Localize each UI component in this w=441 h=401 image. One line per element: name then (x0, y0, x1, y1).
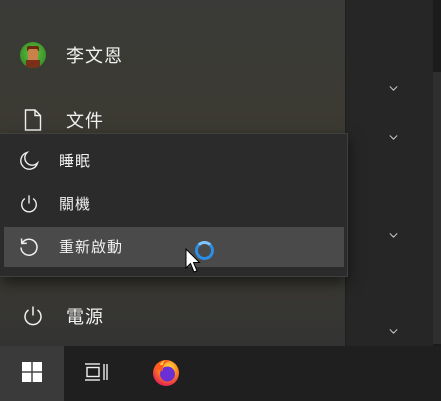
sleep-moon-icon (18, 150, 40, 172)
chevron-down-icon[interactable] (389, 84, 398, 93)
user-account-item[interactable]: 李文恩 (0, 33, 345, 77)
power-options-menu: 睡眠 關機 重新啟動 (0, 133, 348, 277)
chevron-down-icon[interactable] (389, 231, 398, 240)
firefox-taskbar-button[interactable] (134, 346, 198, 401)
restart-icon (18, 236, 40, 258)
restart-menu-item[interactable]: 重新啟動 (4, 227, 344, 267)
power-icon (20, 303, 46, 329)
task-view-icon (84, 362, 108, 385)
windows-logo-icon (22, 361, 42, 386)
task-view-button[interactable] (64, 346, 128, 401)
start-menu-app-list (346, 0, 433, 346)
power-label: 電源 (66, 307, 104, 328)
taskbar (0, 346, 441, 401)
scrollbar-thumb[interactable] (433, 72, 441, 208)
chevron-down-icon[interactable] (389, 133, 398, 142)
document-icon (20, 107, 46, 133)
sleep-menu-item[interactable]: 睡眠 (4, 141, 344, 181)
user-avatar-icon (20, 42, 46, 68)
mouse-pointer-icon (185, 248, 201, 273)
start-button[interactable] (0, 346, 64, 401)
shutdown-menu-item[interactable]: 關機 (4, 184, 344, 224)
firefox-icon (151, 357, 181, 391)
documents-label: 文件 (66, 111, 104, 132)
power-icon (18, 193, 40, 215)
scrollbar-segment (433, 208, 441, 344)
shutdown-label: 關機 (59, 195, 92, 213)
power-item[interactable]: 電源 (0, 294, 345, 338)
restart-label: 重新啟動 (59, 238, 124, 256)
user-name: 李文恩 (66, 46, 123, 67)
sleep-label: 睡眠 (59, 152, 92, 170)
chevron-down-icon[interactable] (389, 327, 398, 336)
